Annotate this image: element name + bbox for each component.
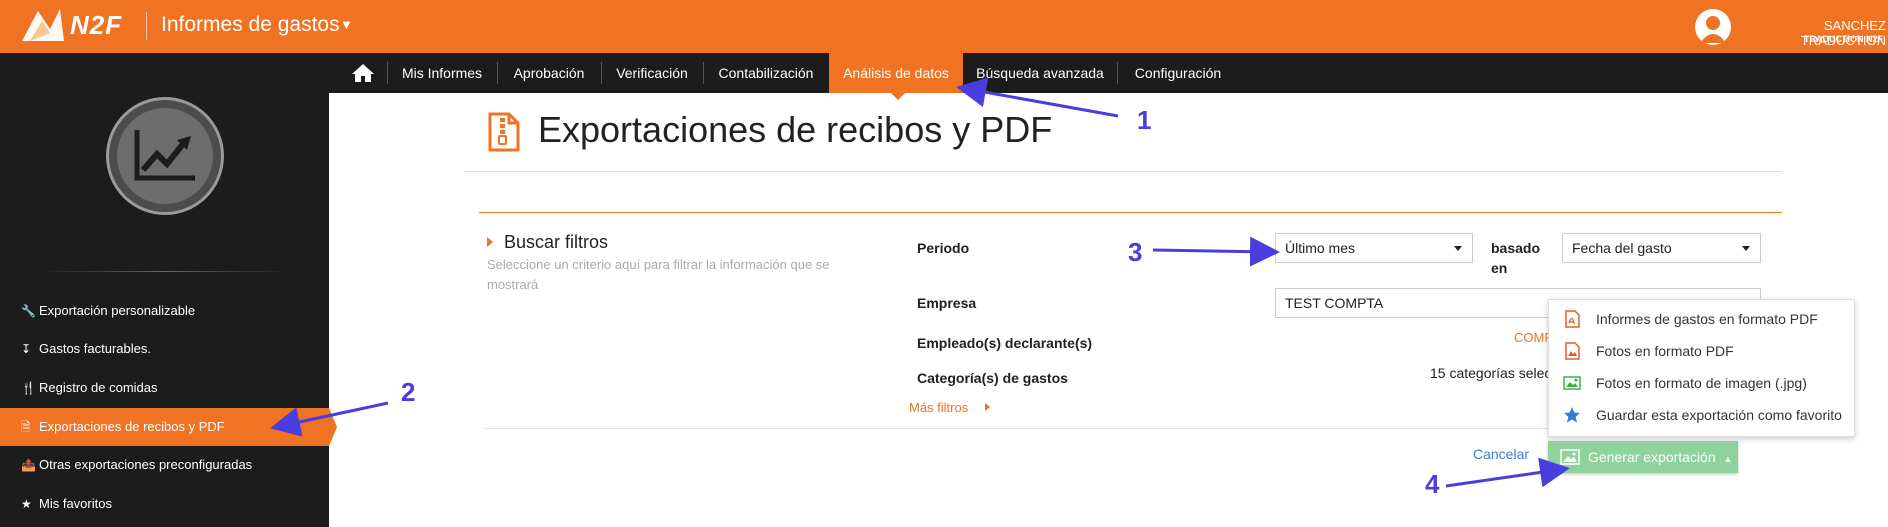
logo-text[interactable]: N2F — [70, 10, 122, 41]
menu-item-label: Guardar esta exportación como favorito — [1596, 407, 1842, 423]
basado-en-value: Fecha del gasto — [1572, 240, 1672, 256]
categoria-value[interactable]: 15 categorías selec — [1430, 365, 1551, 381]
active-tab-indicator — [891, 93, 905, 100]
app-switcher-caret-icon[interactable]: ▼ — [340, 17, 353, 32]
file-icon: 🗎 — [21, 420, 31, 434]
menu-item-label: Informes de gastos en formato PDF — [1596, 311, 1818, 327]
annotation-number-1: 1 — [1137, 105, 1152, 135]
star-icon — [1564, 407, 1580, 423]
sidebar: 🔧 Exportación personalizable ↧ Gastos fa… — [0, 93, 329, 527]
sidebar-item-label: Gastos facturables. — [39, 341, 151, 356]
caret-up-icon: ▲ — [1723, 454, 1733, 464]
categoria-label: Categoría(s) de gastos — [917, 370, 1068, 386]
basado-en-select[interactable]: Fecha del gasto — [1562, 233, 1761, 263]
annotation-number-2: 2 — [401, 377, 416, 407]
sidebar-item-otras-exportaciones[interactable]: 📤 Otras exportaciones preconfiguradas — [0, 446, 329, 484]
pdf-icon — [1565, 310, 1580, 328]
sidebar-item-label: Exportación personalizable — [39, 303, 196, 318]
main-nav: Mis Informes Aprobación Verificación Con… — [0, 53, 1888, 93]
sidebar-item-exportaciones-recibos-pdf[interactable]: 🗎 Exportaciones de recibos y PDF — [0, 408, 329, 446]
menu-item-guardar-favorito[interactable]: Guardar esta exportación como favorito — [1549, 399, 1856, 431]
periodo-select[interactable]: Último mes — [1275, 233, 1473, 263]
menu-item-label: Fotos en formato de imagen (.jpg) — [1596, 375, 1807, 391]
annotation-arrow-4 — [1445, 457, 1570, 488]
export-options-menu: Informes de gastos en formato PDF Fotos … — [1548, 299, 1855, 437]
sidebar-item-label: Otras exportaciones preconfiguradas — [39, 457, 253, 472]
zip-file-icon — [488, 112, 520, 152]
page-title: Exportaciones de recibos y PDF — [538, 109, 1053, 150]
filters-description: Seleccione un criterio aquí para filtrar… — [487, 257, 830, 292]
image-icon — [1560, 449, 1580, 465]
cutlery-icon: 🍴 — [21, 381, 36, 395]
nav-divider — [497, 62, 498, 84]
user-menu[interactable]: SANCHEZ TRADUCTION TRADUCTION N2F — [1739, 0, 1887, 53]
sidebar-item-label: Exportaciones de recibos y PDF — [39, 419, 225, 434]
menu-item-fotos-jpg[interactable]: Fotos en formato de imagen (.jpg) — [1549, 367, 1856, 399]
empresa-label: Empresa — [917, 295, 977, 311]
arrow-down-icon: ↧ — [21, 342, 32, 356]
caret-right-icon[interactable] — [487, 237, 493, 247]
sidebar-divider — [40, 271, 290, 272]
sidebar-item-registro-de-comidas[interactable]: 🍴 Registro de comidas — [0, 369, 329, 407]
tab-verificacion[interactable]: Verificación — [607, 53, 697, 93]
sidebar-item-mis-favoritos[interactable]: ★ Mis favoritos — [0, 485, 329, 523]
annotation-number-3: 3 — [1128, 237, 1143, 267]
line-chart-icon — [134, 130, 195, 181]
empleado-label: Empleado(s) declarante(s) — [917, 335, 1093, 351]
menu-item-fotos-pdf[interactable]: Fotos en formato PDF — [1549, 335, 1856, 367]
divider — [479, 212, 1782, 213]
annotation-arrow-3 — [1152, 236, 1280, 267]
basado-label-en: en — [1491, 260, 1508, 276]
mas-filtros-link[interactable]: Más filtros — [909, 400, 968, 415]
home-icon — [352, 64, 374, 82]
filters-heading[interactable]: Buscar filtros — [504, 232, 608, 253]
tab-analisis-de-datos[interactable]: Análisis de datos — [829, 53, 963, 93]
tab-busqueda-avanzada[interactable]: Búsqueda avanzada — [969, 53, 1111, 93]
tab-contabilizacion[interactable]: Contabilización — [709, 53, 823, 93]
export-icon: 📤 — [21, 458, 36, 472]
menu-item-informes-pdf[interactable]: Informes de gastos en formato PDF — [1549, 303, 1856, 335]
tab-configuracion[interactable]: Configuración — [1123, 53, 1233, 93]
generate-export-label: Generar exportación — [1588, 449, 1716, 465]
sidebar-item-label: Mis favoritos — [39, 496, 112, 511]
caret-right-icon — [985, 403, 990, 411]
section-hero — [106, 97, 224, 215]
nav-divider — [703, 62, 704, 84]
wrench-icon: 🔧 — [21, 304, 36, 318]
sidebar-item-label: Registro de comidas — [39, 380, 158, 395]
periodo-value: Último mes — [1285, 240, 1356, 256]
image-icon — [1563, 376, 1581, 390]
tab-mis-informes[interactable]: Mis Informes — [393, 53, 491, 93]
user-company: TRADUCTION N2F — [1804, 34, 1883, 44]
periodo-label: Periodo — [917, 240, 970, 256]
app-title[interactable]: Informes de gastos — [161, 13, 340, 37]
pdf-image-icon — [1565, 342, 1580, 360]
chevron-down-icon — [1742, 246, 1750, 251]
star-icon: ★ — [21, 497, 32, 511]
basado-label: basado — [1491, 240, 1541, 256]
top-bar: N2F Informes de gastos ▼ SANCHEZ TRADUCT… — [0, 0, 1888, 53]
home-button[interactable] — [343, 53, 383, 93]
menu-item-label: Fotos en formato PDF — [1596, 343, 1734, 359]
tab-aprobacion[interactable]: Aprobación — [503, 53, 595, 93]
sidebar-item-gastos-facturables[interactable]: ↧ Gastos facturables. — [0, 330, 329, 368]
active-item-pointer — [329, 408, 337, 446]
cancel-button[interactable]: Cancelar — [1473, 446, 1529, 462]
header-divider — [146, 12, 147, 40]
empresa-value: TEST COMPTA — [1285, 295, 1384, 311]
generate-export-button[interactable]: Generar exportación ▲ — [1548, 441, 1738, 473]
chevron-down-icon — [1454, 246, 1462, 251]
nav-divider — [601, 62, 602, 84]
user-avatar-icon[interactable] — [1695, 9, 1731, 45]
nav-divider — [1117, 62, 1118, 84]
divider — [464, 171, 1782, 172]
annotation-number-4: 4 — [1425, 469, 1440, 499]
sidebar-item-exportacion-personalizable[interactable]: 🔧 Exportación personalizable — [0, 292, 329, 330]
nav-divider — [387, 62, 388, 84]
